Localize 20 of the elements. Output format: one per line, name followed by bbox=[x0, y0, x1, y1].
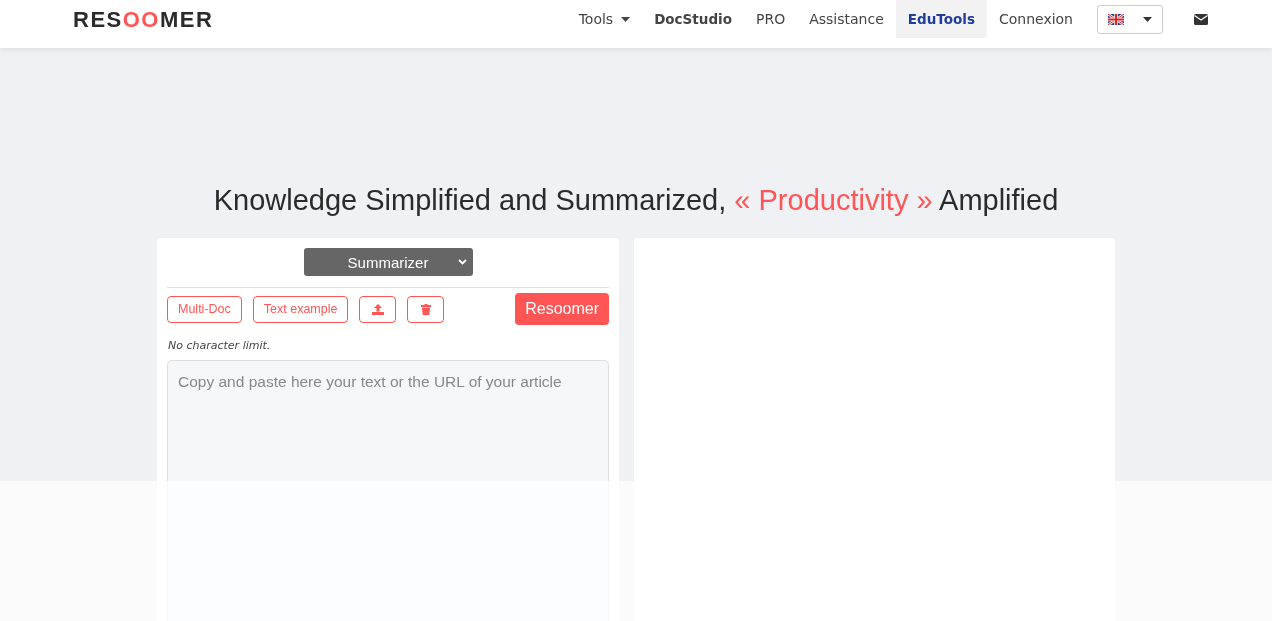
upload-button[interactable] bbox=[359, 295, 397, 323]
nav-link[interactable]: DocStudio bbox=[642, 0, 744, 38]
nav-link[interactable]: Connexion bbox=[986, 0, 1085, 38]
caret-icon bbox=[621, 16, 631, 22]
trash-icon bbox=[420, 303, 431, 315]
flag-icon bbox=[1108, 13, 1124, 25]
delete-button[interactable] bbox=[407, 295, 445, 323]
nav-link[interactable]: EduTools bbox=[895, 0, 987, 38]
logo[interactable]: RESOOMER bbox=[73, 7, 214, 33]
mail-icon[interactable] bbox=[1194, 13, 1208, 25]
nav-link[interactable]: PRO bbox=[744, 0, 798, 38]
limit-note: No character limit. bbox=[168, 339, 272, 352]
upload-icon bbox=[371, 303, 384, 315]
mode-select[interactable]: Summarizer bbox=[303, 248, 473, 276]
headline: Knowledge Simplified and Summarized, « Productivity » Amplified bbox=[212, 183, 1060, 218]
nav-link[interactable]: Tools bbox=[566, 0, 643, 38]
caret-icon bbox=[1143, 16, 1152, 22]
language-select[interactable] bbox=[1097, 4, 1163, 34]
nav-link[interactable]: Assistance bbox=[797, 0, 896, 38]
chevron-icon bbox=[457, 259, 467, 265]
